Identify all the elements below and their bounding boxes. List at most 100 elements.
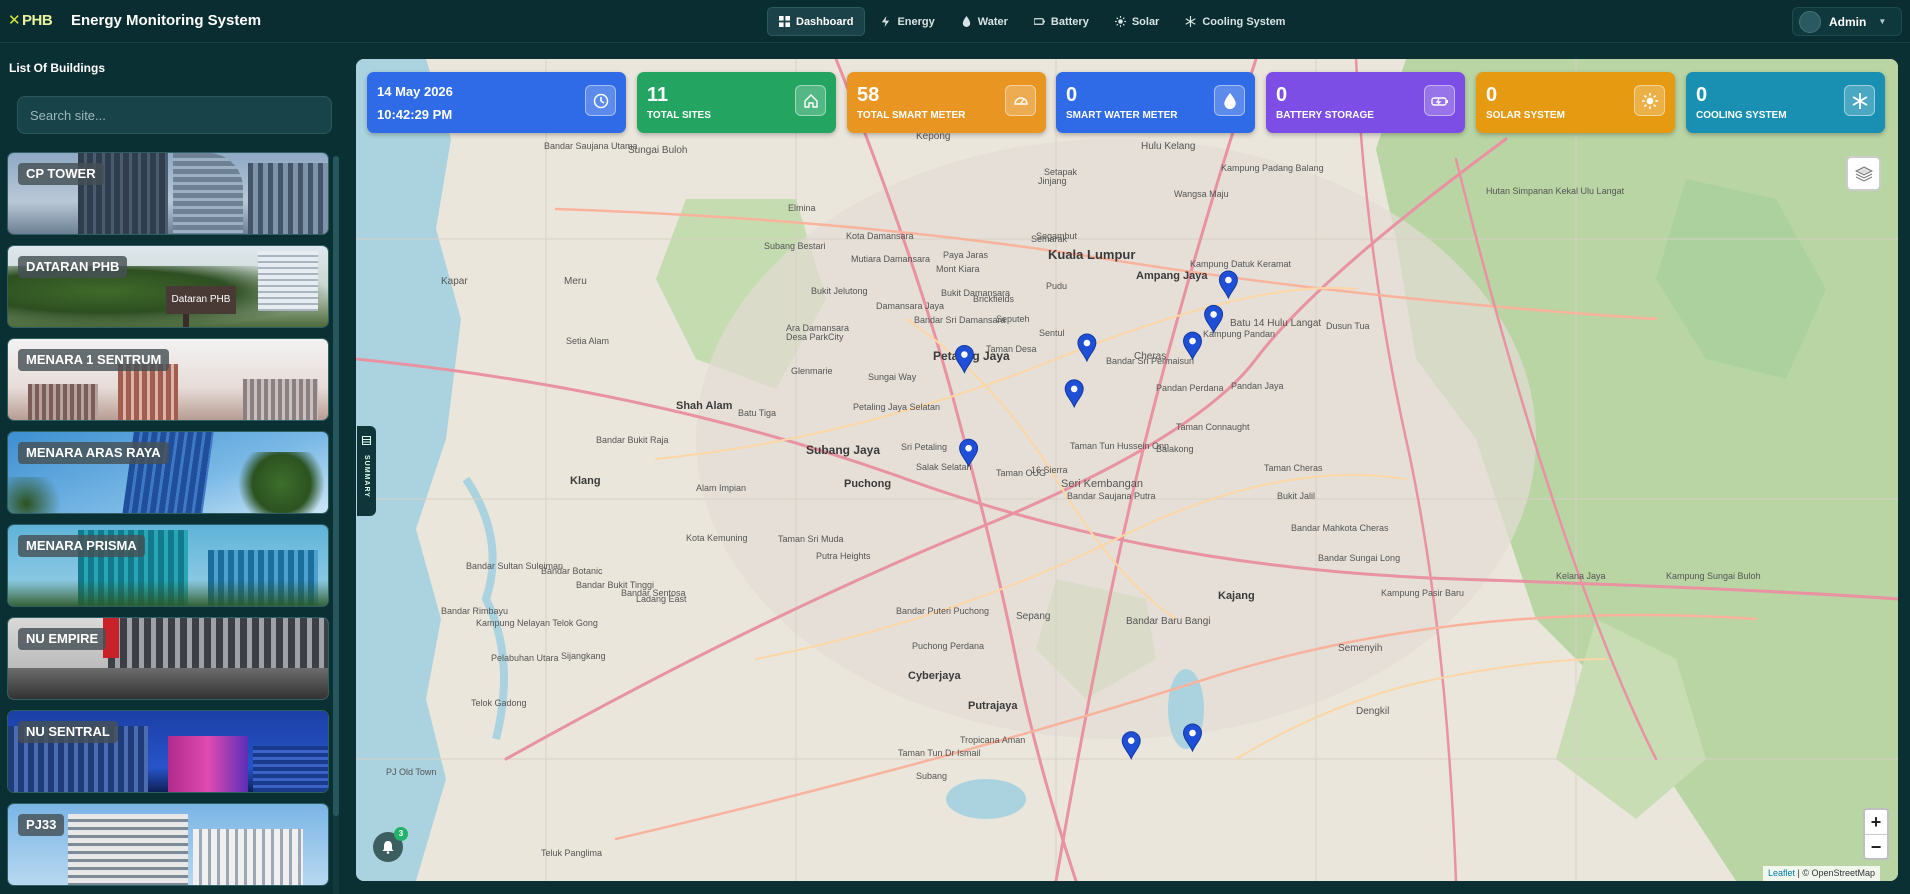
map-place-label: Semenyih (1338, 643, 1382, 654)
nav-energy[interactable]: Energy (869, 7, 945, 36)
notification-count: 3 (394, 827, 408, 841)
map-place-label: Teluk Panglima (541, 848, 602, 858)
map-place-label: Bandar Saujana Utama (544, 141, 638, 151)
map-place-label: Bandar Sungai Long (1318, 553, 1400, 563)
logo-text: PHB (22, 12, 53, 29)
user-menu[interactable]: Admin ▼ (1792, 7, 1902, 36)
map-place-label: Batu Tiga (738, 408, 776, 418)
map-place-label: Bandar Rimbayu (441, 606, 508, 616)
map-place-label: Desa ParkCity (786, 332, 844, 342)
zoom-control: + − (1863, 808, 1889, 860)
smart-meter-value: 58 (857, 84, 880, 106)
building-card-pj33[interactable]: PJ33 (7, 803, 329, 886)
map-place-label: Paya Jaras (943, 250, 989, 260)
sidebar-scrollbar-thumb[interactable] (333, 156, 339, 816)
osm-attribution: | © OpenStreetMap (1797, 868, 1876, 878)
cooling-system-card[interactable]: 0 COOLING SYSTEM (1686, 72, 1885, 133)
map-place-label: Bandar Sentosa (621, 588, 686, 598)
map-place-label: Bandar Baru Bangi (1126, 616, 1211, 627)
building-card-cp-tower[interactable]: CP TOWER (7, 152, 329, 235)
zoom-out-button[interactable]: − (1865, 834, 1887, 858)
nav-cooling-label: Cooling System (1202, 15, 1286, 28)
map-place-label: Bandar Sultan Suleiman (466, 561, 563, 571)
map-place-label: Bukit Damansara (941, 288, 1010, 298)
map-place-label: Kampung Datuk Keramat (1190, 259, 1292, 269)
sidebar: List Of Buildings CP TOWER DATARAN PHB D… (0, 44, 345, 894)
map-place-label: Taman Connaught (1176, 422, 1250, 432)
nav-dashboard[interactable]: Dashboard (767, 7, 866, 36)
map-place-label: Damansara Jaya (876, 301, 944, 311)
map-place-label: Putra Heights (816, 551, 871, 561)
map-place-label: Puchong Perdana (912, 641, 984, 651)
map-place-label: Bandar Bukit Raja (596, 435, 669, 445)
battery-storage-card[interactable]: 0 BATTERY STORAGE (1266, 72, 1465, 133)
map-place-label: Bukit Jelutong (811, 286, 868, 296)
map-place-label: Sungai Way (868, 372, 917, 382)
water-meter-card[interactable]: 0 SMART WATER METER (1056, 72, 1255, 133)
building-card-menara-aras-raya[interactable]: MENARA ARAS RAYA (7, 431, 329, 514)
bell-icon (382, 841, 394, 854)
map-place-label: Kampung Padang Balang (1221, 163, 1324, 173)
water-meter-label: SMART WATER METER (1066, 110, 1178, 121)
battery-storage-label: BATTERY STORAGE (1276, 110, 1374, 121)
cooling-system-label: COOLING SYSTEM (1696, 110, 1787, 121)
map-place-label: Ampang Jaya (1136, 270, 1208, 282)
nav-cooling-system[interactable]: Cooling System (1174, 7, 1296, 36)
top-navbar: ✕ PHB Energy Monitoring System Dashboard… (0, 0, 1910, 43)
map-place-label: Taman Tun Hussein Onn (1070, 441, 1169, 451)
total-sites-card[interactable]: 11 TOTAL SITES (637, 72, 836, 133)
zoom-in-button[interactable]: + (1865, 810, 1887, 834)
solar-system-card[interactable]: 0 SOLAR SYSTEM (1476, 72, 1675, 133)
nav-energy-label: Energy (897, 15, 935, 28)
nav-water[interactable]: Water (950, 7, 1019, 36)
building-name: MENARA 1 SENTRUM (18, 349, 170, 371)
map-place-label: Wangsa Maju (1174, 189, 1229, 199)
map-place-label: Bandar Saujana Putra (1067, 491, 1156, 501)
logo-mark-icon: ✕ (8, 12, 21, 29)
nav-battery[interactable]: Battery (1023, 7, 1100, 36)
smart-meter-card[interactable]: 58 TOTAL SMART METER (847, 72, 1046, 133)
building-name: PJ33 (18, 814, 65, 836)
cooling-system-value: 0 (1696, 84, 1708, 106)
brand-logo[interactable]: ✕ PHB (8, 13, 60, 29)
site-marker[interactable] (1121, 731, 1141, 760)
nav-solar-label: Solar (1131, 15, 1160, 28)
map-place-label: Setia Alam (566, 336, 609, 346)
datetime-card: 14 May 2026 10:42:29 PM (367, 72, 626, 133)
map-place-label: Meru (564, 276, 587, 287)
map-place-label: Taman Cheras (1264, 463, 1323, 473)
map-place-label: Mutiara Damansara (851, 254, 930, 264)
map-place-label: Pelabuhan Utara (491, 653, 559, 663)
building-card-nu-sentral[interactable]: NU SENTRAL (7, 710, 329, 793)
map-place-label: Elmina (788, 203, 816, 213)
search-input[interactable] (17, 96, 332, 134)
map-place-label: Jinjang (1038, 176, 1067, 186)
leaflet-link[interactable]: Leaflet (1768, 868, 1795, 878)
map-place-label: Putrajaya (968, 700, 1018, 712)
map-place-label: Kuala Lumpur (1048, 247, 1135, 262)
nav-solar[interactable]: Solar (1104, 7, 1171, 36)
building-card-dataran-phb[interactable]: DATARAN PHB Dataran PHB (7, 245, 329, 328)
map-place-label: Kota Kemuning (686, 533, 748, 543)
map-view[interactable]: Kuala LumpurPetaling JayaShah AlamSubang… (356, 59, 1898, 881)
map-place-label: Cyberjaya (908, 670, 961, 682)
map-place-label: Dusun Tua (1326, 321, 1370, 331)
building-card-menara-prisma[interactable]: MENARA PRISMA (7, 524, 329, 607)
battery-storage-value: 0 (1276, 84, 1288, 106)
building-card-menara-1-sentrum[interactable]: MENARA 1 SENTRUM (7, 338, 329, 421)
building-card-nu-empire[interactable]: NU EMPIRE (7, 617, 329, 700)
layers-control[interactable] (1846, 156, 1881, 191)
map-place-label: Taman OUG (996, 468, 1046, 478)
dashboard-icon (779, 16, 790, 27)
battery-icon (1033, 18, 1045, 25)
map-place-label: PJ Old Town (386, 767, 436, 777)
nav-battery-label: Battery (1050, 15, 1089, 28)
map-place-label: Bandar Puteri Puchong (896, 606, 989, 616)
map-base-layer[interactable]: Kuala LumpurPetaling JayaShah AlamSubang… (356, 59, 1898, 881)
map-place-label: Taman Desa (986, 344, 1037, 354)
smart-meter-label: TOTAL SMART METER (857, 110, 966, 121)
summary-toggle[interactable]: SUMMARY (357, 426, 376, 516)
building-name: NU SENTRAL (18, 721, 118, 743)
droplet-icon (1214, 85, 1245, 116)
building-name: CP TOWER (18, 163, 104, 185)
